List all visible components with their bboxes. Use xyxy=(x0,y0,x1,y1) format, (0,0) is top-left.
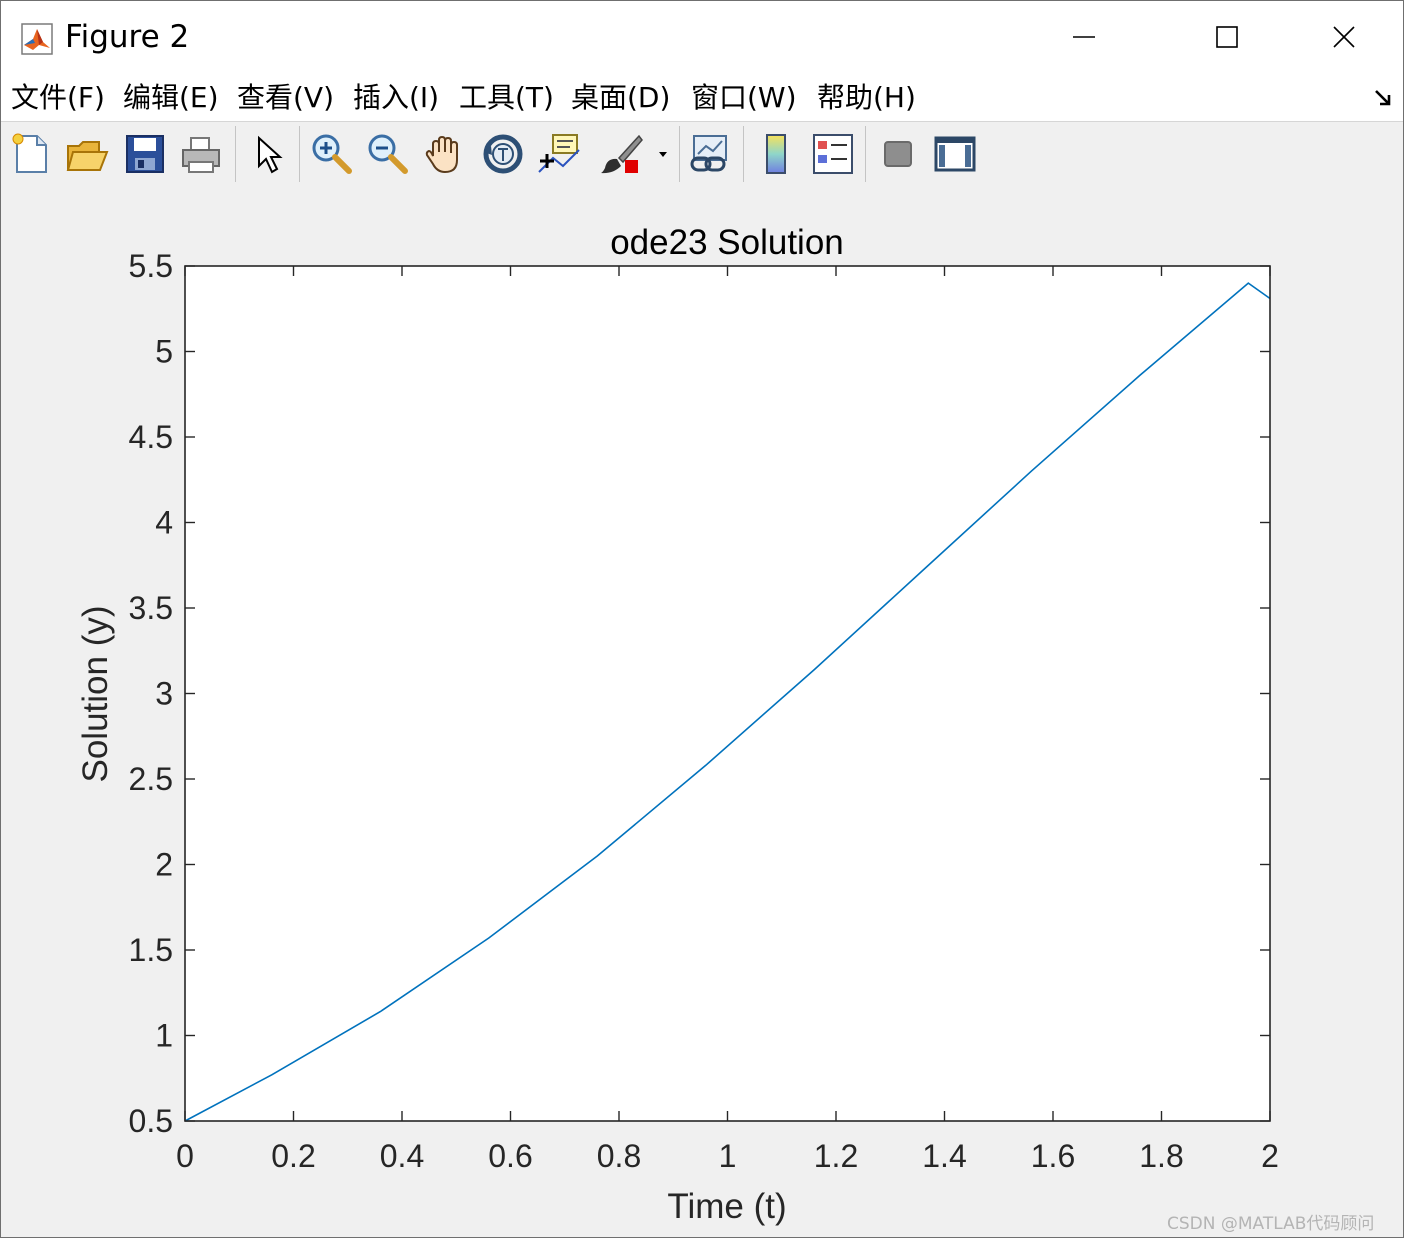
figure-toolbar xyxy=(1,121,1403,187)
plot-area: 0 0.2 0.4 0.6 0.8 1 1.2 1.4 1.6 1.8 2 0.5 1 1.5 2 2.5 3 3… xyxy=(76,223,1279,1226)
pan-hand-icon xyxy=(425,135,458,174)
brush-button[interactable] xyxy=(599,132,643,176)
x-axis-label: Time (t) xyxy=(667,1187,786,1226)
toolbar-separator xyxy=(679,126,680,182)
chart-title: ode23 Solution xyxy=(610,223,844,262)
zoom-out-icon xyxy=(368,134,408,174)
x-tick-label: 0.8 xyxy=(597,1138,641,1174)
y-tick-label: 5 xyxy=(155,334,173,370)
dock-arrow-icon[interactable] xyxy=(1373,85,1397,109)
menu-desktop[interactable]: 桌面(D) xyxy=(571,80,670,116)
link-plot-button[interactable] xyxy=(689,132,733,176)
hide-plot-tools-icon xyxy=(884,141,912,167)
new-figure-icon xyxy=(12,133,47,173)
y-tick-label: 4.5 xyxy=(129,419,173,455)
maximize-button[interactable] xyxy=(1197,11,1257,63)
y-axis-label: Solution (y) xyxy=(76,605,115,782)
colorbar-icon xyxy=(766,134,786,174)
minimize-icon xyxy=(1073,36,1095,38)
toolbar-separator xyxy=(299,126,300,182)
y-tick-label: 2.5 xyxy=(129,761,173,797)
zoom-in-button[interactable] xyxy=(309,132,353,176)
close-button[interactable] xyxy=(1313,11,1373,63)
rotate-3d-icon xyxy=(483,134,523,174)
matlab-logo-icon xyxy=(21,23,53,55)
y-tick-label: 3 xyxy=(155,676,173,712)
hide-plot-tools-button[interactable] xyxy=(877,132,921,176)
y-tick-label: 1.5 xyxy=(129,932,173,968)
y-tick-label: 3.5 xyxy=(129,590,173,626)
legend-button[interactable] xyxy=(811,132,855,176)
menu-bar: 文件(F) 编辑(E) 查看(V) 插入(I) 工具(T) 桌面(D) 窗口(W… xyxy=(1,75,1403,121)
edit-plot-arrow-icon xyxy=(258,135,283,174)
y-tick-label: 1 xyxy=(155,1018,173,1054)
axes-background xyxy=(185,266,1270,1121)
rotate-3d-button[interactable] xyxy=(481,132,525,176)
pan-button[interactable] xyxy=(423,132,467,176)
save-icon xyxy=(126,135,164,173)
zoom-out-button[interactable] xyxy=(365,132,409,176)
menu-window[interactable]: 窗口(W) xyxy=(691,80,797,116)
menu-help[interactable]: 帮助(H) xyxy=(817,80,916,116)
link-plot-icon xyxy=(690,135,727,172)
menu-tools[interactable]: 工具(T) xyxy=(459,80,554,116)
edit-plot-button[interactable] xyxy=(247,132,291,176)
figure-canvas[interactable]: 0 0.2 0.4 0.6 0.8 1 1.2 1.4 1.6 1.8 2 0.5 1 1.5 2 2.5 3 3… xyxy=(1,186,1403,1237)
open-file-icon xyxy=(66,141,109,171)
maximize-icon xyxy=(1216,26,1238,48)
toolbar-separator xyxy=(865,126,866,182)
menu-view[interactable]: 查看(V) xyxy=(237,80,334,116)
window-title: Figure 2 xyxy=(65,19,190,55)
y-tick-label: 0.5 xyxy=(129,1103,173,1139)
x-tick-label: 0.2 xyxy=(271,1138,315,1174)
y-tick-label: 5.5 xyxy=(129,248,173,284)
x-tick-label: 1.4 xyxy=(922,1138,966,1174)
y-tick-label: 2 xyxy=(155,847,173,883)
title-bar[interactable]: Figure 2 xyxy=(1,1,1403,75)
x-tick-label: 1 xyxy=(719,1138,737,1174)
brush-dropdown-button[interactable] xyxy=(653,132,673,176)
x-tick-label: 1.2 xyxy=(814,1138,858,1174)
menu-file[interactable]: 文件(F) xyxy=(11,80,105,116)
data-cursor-button[interactable] xyxy=(537,132,581,176)
y-tick-label: 4 xyxy=(155,505,173,541)
x-tick-label: 1.6 xyxy=(1031,1138,1075,1174)
save-button[interactable] xyxy=(123,132,167,176)
x-tick-label: 1.8 xyxy=(1139,1138,1183,1174)
close-icon xyxy=(1333,26,1355,48)
dropdown-arrow-icon xyxy=(659,152,667,157)
zoom-in-icon xyxy=(312,134,352,174)
open-file-button[interactable] xyxy=(65,132,109,176)
x-tick-label: 0 xyxy=(176,1138,194,1174)
x-tick-label: 0.6 xyxy=(488,1138,532,1174)
minimize-button[interactable] xyxy=(1053,11,1113,63)
toolbar-separator xyxy=(743,126,744,182)
watermark-text: CSDN @MATLAB代码顾问 xyxy=(1167,1214,1375,1234)
show-plot-tools-icon xyxy=(934,136,976,172)
show-plot-tools-button[interactable] xyxy=(933,132,977,176)
legend-icon xyxy=(813,134,853,174)
menu-edit[interactable]: 编辑(E) xyxy=(123,80,219,116)
x-tick-label: 2 xyxy=(1261,1138,1279,1174)
new-figure-button[interactable] xyxy=(9,132,53,176)
toolbar-separator xyxy=(235,126,236,182)
data-cursor-icon xyxy=(538,134,580,173)
x-tick-label: 0.4 xyxy=(380,1138,424,1174)
menu-insert[interactable]: 插入(I) xyxy=(353,80,439,116)
print-button[interactable] xyxy=(179,132,223,176)
figure-window: Figure 2 文件(F) 编辑(E) 查看(V) 插入(I) 工具(T) 桌… xyxy=(0,0,1404,1238)
brush-icon xyxy=(601,134,643,174)
colorbar-button[interactable] xyxy=(755,132,799,176)
print-icon xyxy=(182,137,220,173)
